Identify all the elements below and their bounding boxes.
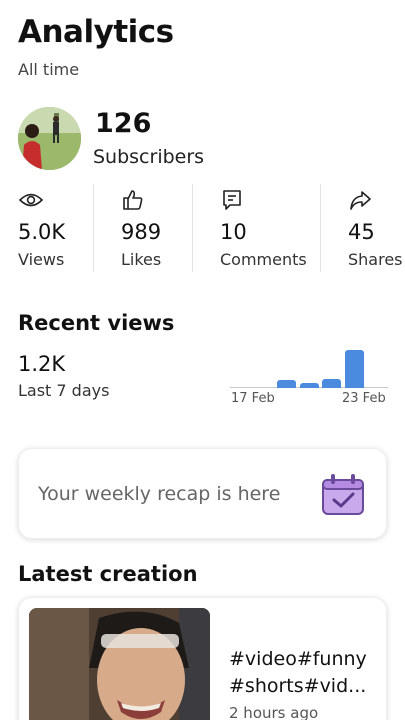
latest-creation-title: Latest creation (18, 562, 198, 586)
subscriber-label: Subscribers (93, 146, 205, 168)
comment-icon (220, 188, 244, 212)
stat-value: 989 (121, 220, 162, 244)
stat-comments[interactable]: 10 Comments (220, 184, 315, 272)
stat-value: 10 (220, 220, 247, 244)
caption-line: #video#funny (229, 648, 367, 670)
calendar-check-icon (317, 468, 369, 520)
views-bar-chart[interactable] (230, 346, 388, 388)
divider (93, 184, 94, 272)
eye-icon (18, 188, 44, 212)
chart-bar (299, 383, 319, 388)
page-title: Analytics (18, 14, 174, 50)
recap-text: Your weekly recap is here (38, 483, 281, 505)
page-subtitle: All time (18, 60, 80, 79)
stat-likes[interactable]: 989 Likes (121, 184, 191, 272)
stat-value: 5.0K (18, 220, 66, 244)
stat-label: Shares (348, 250, 403, 269)
avatar[interactable] (18, 107, 81, 170)
chart-bar (276, 379, 296, 388)
video-thumbnail[interactable] (29, 608, 210, 720)
latest-creation-card[interactable]: #video#funny #shorts#vid... 2 hours ago (18, 597, 387, 720)
chart-bar (344, 350, 364, 388)
subscriber-count: 126 (95, 108, 152, 139)
stat-label: Likes (121, 250, 162, 269)
chart-start-date: 17 Feb (231, 391, 275, 406)
chart-end-date: 23 Feb (342, 391, 386, 406)
stat-label: Views (18, 250, 65, 269)
chart-bar (322, 378, 342, 388)
weekly-recap-card[interactable]: Your weekly recap is here (18, 448, 387, 539)
share-icon (348, 188, 372, 212)
recent-views-title: Recent views (18, 311, 175, 335)
stat-value: 45 (348, 220, 375, 244)
posted-time: 2 hours ago (229, 704, 319, 720)
divider (320, 184, 321, 272)
stat-views[interactable]: 5.0K Views (18, 184, 93, 272)
recent-views-period: Last 7 days (18, 381, 110, 400)
thumbs-up-icon (121, 188, 145, 212)
stats-row: 5.0K Views 989 Likes 10 Comments 45 Shar… (0, 184, 405, 272)
recent-views-value: 1.2K (18, 352, 66, 376)
stat-label: Comments (220, 250, 307, 269)
video-caption[interactable]: #video#funny #shorts#vid... (229, 646, 379, 700)
stat-shares[interactable]: 45 Shares (348, 184, 403, 272)
divider (192, 184, 193, 272)
caption-line: #shorts#vid... (229, 675, 367, 697)
